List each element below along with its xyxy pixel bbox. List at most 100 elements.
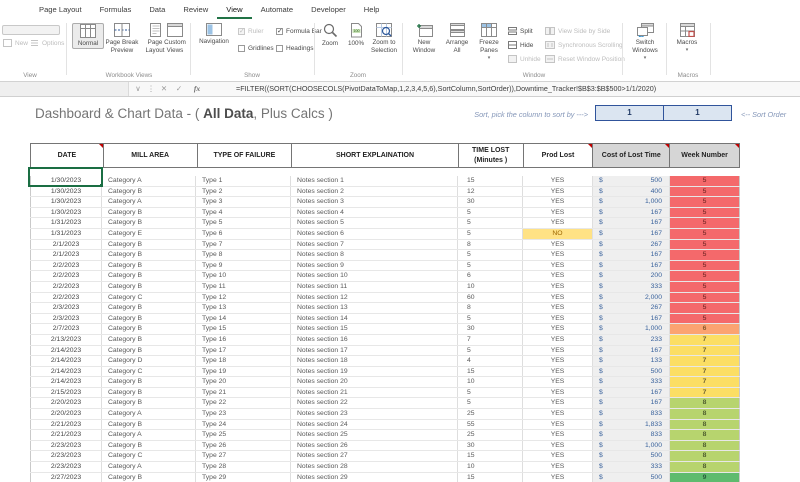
table-row[interactable]: 2/21/2023Category AType 25Notes section … — [30, 430, 740, 441]
cell-prod-lost[interactable]: YES — [523, 356, 593, 366]
cell-cost[interactable]: $833 — [593, 430, 670, 440]
cell-prod-lost[interactable]: YES — [523, 420, 593, 430]
header-type-of-failure[interactable]: TYPE OF FAILURE — [197, 144, 292, 167]
cell-short-explaination[interactable]: Notes section 19 — [291, 367, 458, 377]
cell-date[interactable]: 2/21/2023 — [30, 420, 102, 430]
cell-week-number[interactable]: 7 — [670, 335, 740, 345]
table-row[interactable]: 2/20/2023Category AType 23Notes section … — [30, 409, 740, 420]
table-row[interactable]: 2/3/2023Category BType 14Notes section 1… — [30, 314, 740, 325]
cell-mill-area[interactable]: Category E — [102, 229, 196, 239]
table-row[interactable]: 2/14/2023Category BType 20Notes section … — [30, 377, 740, 388]
split-button[interactable]: Split — [508, 27, 533, 35]
table-row[interactable]: 2/14/2023Category CType 19Notes section … — [30, 367, 740, 378]
cell-week-number[interactable]: 8 — [670, 398, 740, 408]
table-row[interactable]: 2/20/2023Category BType 22Notes section … — [30, 398, 740, 409]
cell-short-explaination[interactable]: Notes section 12 — [291, 293, 458, 303]
table-row[interactable]: 1/30/2023Category AType 3Notes section 3… — [30, 197, 740, 208]
cell-type-of-failure[interactable]: Type 17 — [196, 346, 291, 356]
cell-short-explaination[interactable]: Notes section 10 — [291, 271, 458, 281]
cell-mill-area[interactable]: Category D — [102, 356, 196, 366]
cell-week-number[interactable]: 8 — [670, 420, 740, 430]
cell-week-number[interactable]: 5 — [670, 187, 740, 197]
cell-date[interactable]: 2/14/2023 — [30, 367, 102, 377]
cell-time-lost[interactable]: 10 — [458, 377, 523, 387]
cell-time-lost[interactable]: 5 — [458, 314, 523, 324]
cell-cost[interactable]: $267 — [593, 240, 670, 250]
cell-time-lost[interactable]: 8 — [458, 240, 523, 250]
cell-type-of-failure[interactable]: Type 10 — [196, 271, 291, 281]
table-row[interactable]: 2/23/2023Category AType 28Notes section … — [30, 462, 740, 473]
cell-cost[interactable]: $167 — [593, 346, 670, 356]
cell-prod-lost[interactable]: YES — [523, 409, 593, 419]
cell-date[interactable]: 2/23/2023 — [30, 441, 102, 451]
cell-cost[interactable]: $1,000 — [593, 197, 670, 207]
cell-date[interactable]: 2/20/2023 — [30, 409, 102, 419]
cell-prod-lost[interactable]: YES — [523, 314, 593, 324]
cell-date[interactable]: 2/23/2023 — [30, 451, 102, 461]
cell-week-number[interactable]: 5 — [670, 240, 740, 250]
cell-cost[interactable]: $833 — [593, 409, 670, 419]
table-row[interactable]: 1/31/2023Category EType 6Notes section 6… — [30, 229, 740, 240]
unhide-button[interactable]: Unhide — [508, 55, 541, 63]
table-row[interactable]: 2/7/2023Category BType 15Notes section 1… — [30, 324, 740, 335]
cell-type-of-failure[interactable]: Type 23 — [196, 409, 291, 419]
cell-cost[interactable]: $500 — [593, 451, 670, 461]
cell-type-of-failure[interactable]: Type 16 — [196, 335, 291, 345]
cell-type-of-failure[interactable]: Type 25 — [196, 430, 291, 440]
cell-cost[interactable]: $200 — [593, 271, 670, 281]
cell-prod-lost[interactable]: YES — [523, 218, 593, 228]
cell-cost[interactable]: $167 — [593, 208, 670, 218]
cell-week-number[interactable]: 8 — [670, 451, 740, 461]
cell-mill-area[interactable]: Category A — [102, 462, 196, 472]
sheet-view-new-button[interactable]: New — [3, 39, 28, 47]
cell-time-lost[interactable]: 4 — [458, 356, 523, 366]
cell-time-lost[interactable]: 15 — [458, 451, 523, 461]
header-short-explaination[interactable]: SHORT EXPLAINATION — [291, 144, 458, 167]
cell-cost[interactable]: $500 — [593, 176, 670, 186]
cell-date[interactable]: 1/30/2023 — [30, 176, 102, 186]
cell-cost[interactable]: $167 — [593, 388, 670, 398]
cell-week-number[interactable]: 8 — [670, 441, 740, 451]
gridlines-checkbox[interactable]: Gridlines — [238, 45, 274, 52]
cell-date[interactable]: 1/30/2023 — [30, 197, 102, 207]
cell-time-lost[interactable]: 8 — [458, 303, 523, 313]
cell-type-of-failure[interactable]: Type 9 — [196, 261, 291, 271]
table-row[interactable]: 2/2/2023Category BType 9Notes section 95… — [30, 261, 740, 272]
headings-checkbox[interactable]: Headings — [276, 45, 313, 52]
cell-type-of-failure[interactable]: Type 5 — [196, 218, 291, 228]
cell-cost[interactable]: $167 — [593, 398, 670, 408]
cell-type-of-failure[interactable]: Type 26 — [196, 441, 291, 451]
cell-time-lost[interactable]: 60 — [458, 293, 523, 303]
cell-week-number[interactable]: 8 — [670, 430, 740, 440]
cell-prod-lost[interactable]: YES — [523, 240, 593, 250]
cell-short-explaination[interactable]: Notes section 23 — [291, 409, 458, 419]
table-row[interactable]: 2/23/2023Category BType 26Notes section … — [30, 441, 740, 452]
name-box-dropdown-icon[interactable]: ∨ — [132, 82, 144, 96]
cell-prod-lost[interactable]: YES — [523, 388, 593, 398]
cell-type-of-failure[interactable]: Type 13 — [196, 303, 291, 313]
cell-week-number[interactable]: 8 — [670, 462, 740, 472]
cell-mill-area[interactable]: Category C — [102, 367, 196, 377]
cell-prod-lost[interactable]: YES — [523, 208, 593, 218]
table-row[interactable]: 2/14/2023Category DType 18Notes section … — [30, 356, 740, 367]
reset-window-position-button[interactable]: Reset Window Position — [545, 55, 625, 63]
cell-mill-area[interactable]: Category B — [102, 473, 196, 482]
cell-mill-area[interactable]: Category B — [102, 314, 196, 324]
table-row[interactable]: 2/13/2023Category BType 16Notes section … — [30, 335, 740, 346]
cell-cost[interactable]: $333 — [593, 462, 670, 472]
cell-date[interactable]: 1/31/2023 — [30, 218, 102, 228]
cell-mill-area[interactable]: Category A — [102, 430, 196, 440]
cell-prod-lost[interactable]: YES — [523, 398, 593, 408]
cell-time-lost[interactable]: 15 — [458, 473, 523, 482]
cell-mill-area[interactable]: Category B — [102, 208, 196, 218]
cell-week-number[interactable]: 7 — [670, 346, 740, 356]
header-prod-lost[interactable]: Prod Lost — [523, 144, 593, 167]
cell-short-explaination[interactable]: Notes section 7 — [291, 240, 458, 250]
cell-type-of-failure[interactable]: Type 4 — [196, 208, 291, 218]
cell-time-lost[interactable]: 55 — [458, 420, 523, 430]
cell-week-number[interactable]: 5 — [670, 197, 740, 207]
cell-short-explaination[interactable]: Notes section 16 — [291, 335, 458, 345]
cell-prod-lost[interactable]: YES — [523, 377, 593, 387]
table-row[interactable]: 2/27/2023Category BType 29Notes section … — [30, 473, 740, 482]
navigation-button[interactable]: Navigation — [196, 23, 232, 46]
